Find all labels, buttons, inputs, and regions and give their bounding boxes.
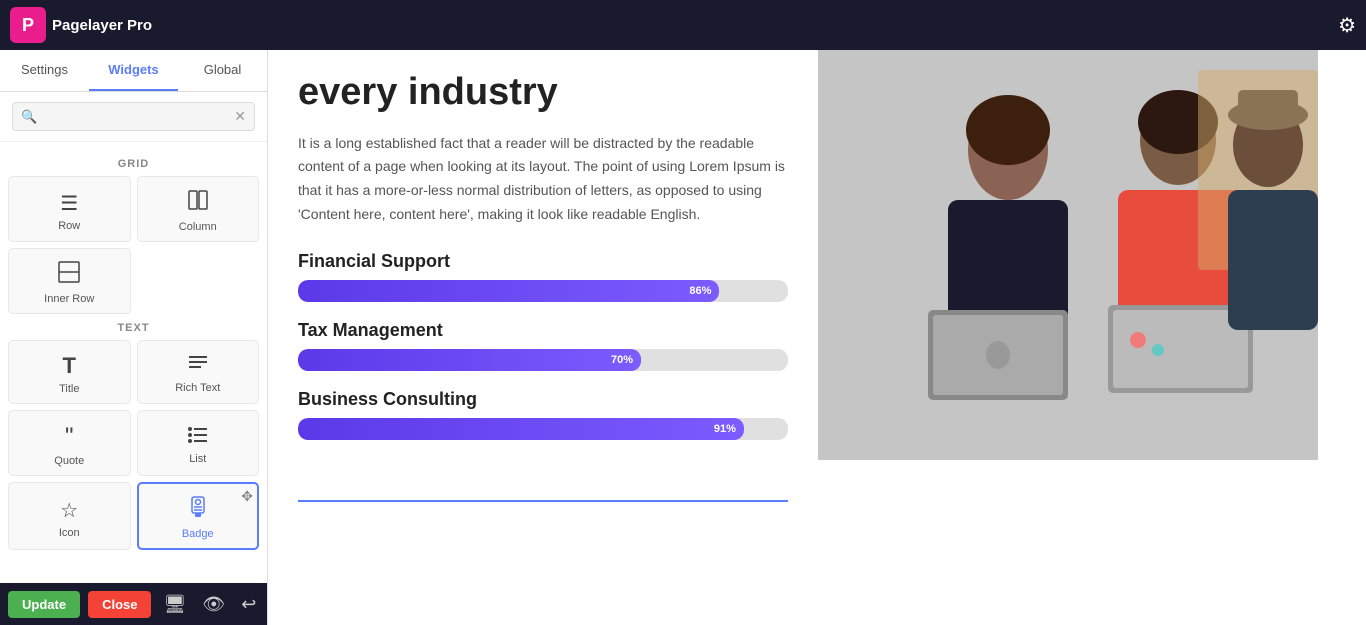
progress-bar-consulting-fill: 91% (298, 418, 744, 440)
search-wrap: 🔍 ✕ (12, 102, 255, 131)
widget-row[interactable]: ☰ Row (8, 176, 131, 242)
main-layout: Settings Widgets Global 🔍 ✕ GRID ☰ Row (0, 50, 1366, 625)
list-label: List (189, 453, 206, 465)
text-section: every industry It is a long established … (268, 50, 818, 625)
badge-label: Badge (182, 528, 214, 540)
skill-consulting-label: Business Consulting (298, 389, 788, 410)
sidebar: Settings Widgets Global 🔍 ✕ GRID ☰ Row (0, 50, 268, 625)
progress-bar-tax-bg: 70% (298, 349, 788, 371)
row-icon: ☰ (60, 191, 78, 216)
quote-label: Quote (54, 455, 84, 467)
blue-divider (298, 500, 788, 502)
progress-pct-consulting: 91% (714, 423, 736, 435)
drag-handle-icon: ✥ (241, 488, 253, 505)
inner-row-label: Inner Row (44, 293, 94, 305)
skill-tax: Tax Management 70% (298, 320, 788, 371)
section-label-text: TEXT (8, 322, 259, 334)
list-icon (187, 425, 209, 449)
close-button[interactable]: Close (88, 591, 151, 618)
progress-bar-consulting-bg: 91% (298, 418, 788, 440)
tab-settings[interactable]: Settings (0, 50, 89, 91)
eye-icon[interactable]: 👁 (202, 594, 225, 615)
update-button[interactable]: Update (8, 591, 80, 618)
icon-widget-icon: ☆ (60, 498, 78, 523)
grid-section-widgets: ☰ Row Column (8, 176, 259, 314)
logo-area: P Pagelayer Pro (10, 7, 1338, 43)
top-bar: P Pagelayer Pro ⚙ (0, 0, 1366, 50)
widget-title[interactable]: T Title (8, 340, 131, 404)
skill-financial: Financial Support 86% (298, 251, 788, 302)
progress-bar-tax-fill: 70% (298, 349, 641, 371)
quote-icon: " (65, 423, 74, 451)
badge-icon (188, 496, 208, 524)
progress-pct-financial: 86% (689, 285, 711, 297)
image-section (818, 50, 1318, 625)
history-icon[interactable]: ↩ (241, 594, 256, 615)
content-area: every industry It is a long established … (268, 50, 1366, 625)
column-label: Column (179, 221, 217, 233)
row-label: Row (58, 220, 80, 232)
search-input[interactable] (43, 109, 228, 124)
column-icon (187, 189, 209, 217)
clear-icon[interactable]: ✕ (234, 108, 246, 125)
widget-quote[interactable]: " Quote (8, 410, 131, 476)
progress-bar-financial-fill: 86% (298, 280, 719, 302)
progress-bar-financial-bg: 86% (298, 280, 788, 302)
section-label-grid: GRID (8, 158, 259, 170)
content-inner: every industry It is a long established … (268, 50, 1366, 625)
widget-inner-row[interactable]: Inner Row (8, 248, 131, 314)
title-icon: T (63, 353, 76, 379)
gear-icon[interactable]: ⚙ (1338, 13, 1356, 38)
widget-rich-text[interactable]: Rich Text (137, 340, 260, 404)
widget-icon[interactable]: ☆ Icon (8, 482, 131, 550)
logo-icon: P (10, 7, 46, 43)
desktop-icon[interactable]: 🖥 (163, 594, 186, 615)
progress-pct-tax: 70% (611, 354, 633, 366)
logo-text: Pagelayer Pro (52, 17, 152, 34)
inner-row-icon (58, 261, 80, 289)
rich-text-label: Rich Text (175, 382, 220, 394)
widget-badge[interactable]: ✥ Badge (137, 482, 260, 550)
tab-widgets[interactable]: Widgets (89, 50, 178, 91)
rich-text-icon (187, 354, 209, 378)
title-label: Title (59, 383, 79, 395)
skill-financial-label: Financial Support (298, 251, 788, 272)
text-section-widgets: T Title Rich Text " Quote (8, 340, 259, 550)
page-headline: every industry (298, 70, 788, 116)
tabs: Settings Widgets Global (0, 50, 267, 92)
placeholder-image (818, 50, 1318, 460)
bottom-toolbar: Update Close 🖥 👁 ↩ ⬡ (0, 583, 267, 625)
skill-tax-label: Tax Management (298, 320, 788, 341)
widget-sections: GRID ☰ Row Column (0, 142, 267, 583)
skill-consulting: Business Consulting 91% (298, 389, 788, 440)
search-icon: 🔍 (21, 109, 37, 125)
page-body-text: It is a long established fact that a rea… (298, 132, 788, 227)
search-area: 🔍 ✕ (0, 92, 267, 142)
widget-column[interactable]: Column (137, 176, 260, 242)
icon-label: Icon (59, 527, 80, 539)
tab-global[interactable]: Global (178, 50, 267, 91)
widget-list[interactable]: List (137, 410, 260, 476)
